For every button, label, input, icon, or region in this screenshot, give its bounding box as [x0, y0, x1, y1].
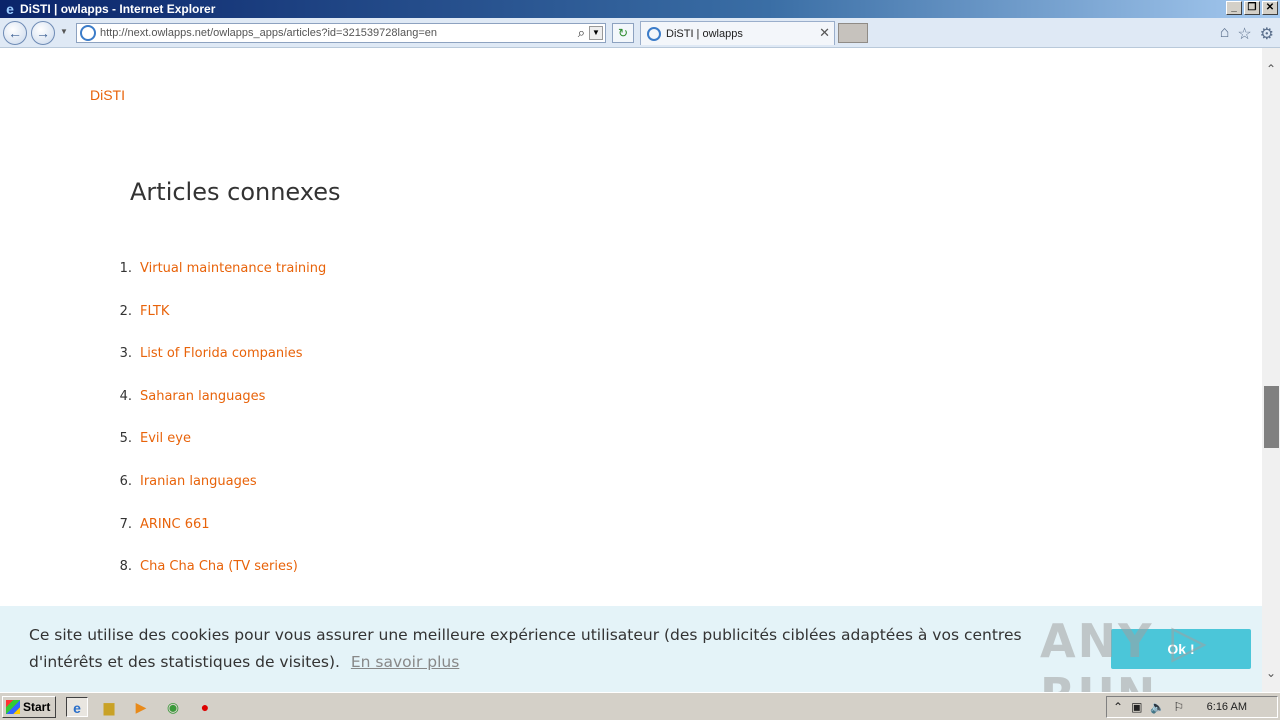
taskbar: Start e ▆ ▶ ◉ ● ⌃ ▣ 🔈 ⚐ 6:16 AM [0, 692, 1280, 720]
article-list-item: 4. Saharan languages [112, 389, 326, 432]
browser-tab[interactable]: DiSTI | owlapps ✕ [640, 21, 835, 45]
windows-logo-icon [6, 699, 20, 714]
flag-icon[interactable]: ⚐ [1173, 700, 1184, 714]
article-link[interactable]: ARINC 661 [140, 517, 210, 560]
learn-more-link[interactable]: En savoir plus [351, 653, 459, 671]
window-title: DiSTI | owlapps - Internet Explorer [20, 2, 216, 16]
article-number: 2. [119, 303, 132, 319]
tab-title: DiSTI | owlapps [666, 27, 743, 40]
star-icon[interactable]: ☆ [1237, 24, 1251, 44]
article-list-item: 1. Virtual maintenance training [112, 261, 327, 304]
gear-icon[interactable]: ⚙ [1260, 24, 1274, 44]
restore-button[interactable]: ❐ [1244, 1, 1260, 15]
article-number: 8. [119, 559, 132, 575]
article-list: 1. Virtual maintenance training 2. FLTK 3. Li… [112, 261, 327, 602]
article-link[interactable]: Cha Cha Cha (TV series) [140, 559, 298, 602]
volume-icon[interactable]: 🔈 [1150, 700, 1165, 714]
clock[interactable]: 6:16 AM [1207, 701, 1247, 713]
folder-icon[interactable]: ▆ [98, 697, 120, 717]
article-link[interactable]: Evil eye [140, 431, 191, 474]
article-number: 5. [119, 431, 132, 447]
system-tray: ⌃ ▣ 🔈 ⚐ 6:16 AM [1106, 696, 1278, 718]
url-text[interactable]: http://next.owlapps.net/owlapps_apps/art… [100, 27, 437, 39]
cookie-banner: Ce site utilise des cookies pour vous as… [0, 606, 1262, 722]
history-dropdown-icon[interactable]: ▼ [60, 27, 68, 36]
article-number: 4. [119, 388, 132, 404]
article-link[interactable]: FLTK [140, 304, 169, 347]
scroll-thumb[interactable] [1264, 386, 1279, 448]
article-link[interactable]: List of Florida companies [140, 346, 302, 389]
article-link[interactable]: Iranian languages [140, 474, 257, 517]
article-link[interactable]: Saharan languages [140, 389, 265, 432]
cookie-message: Ce site utilise des cookies pour vous as… [29, 622, 1069, 676]
scroll-up-icon[interactable]: ⌃ [1266, 62, 1276, 76]
cookie-text: Ce site utilise des cookies pour vous as… [29, 626, 1022, 671]
scroll-down-icon[interactable]: ⌄ [1266, 666, 1276, 680]
article-list-item: 3. List of Florida companies [112, 346, 326, 389]
address-bar[interactable]: http://next.owlapps.net/owlapps_apps/art… [76, 23, 606, 43]
article-number: 7. [119, 516, 132, 532]
minimize-button[interactable]: _ [1226, 1, 1242, 15]
article-list-item: 8. Cha Cha Cha (TV series) [112, 559, 326, 602]
chrome-icon[interactable]: ◉ [162, 697, 184, 717]
forward-icon[interactable]: → [31, 21, 55, 45]
section-title: Articles connexes [130, 178, 341, 206]
tray-expand-icon[interactable]: ⌃ [1113, 700, 1123, 714]
ie-taskbar-icon[interactable]: e [66, 696, 88, 717]
home-icon[interactable]: ⌂ [1220, 24, 1230, 44]
article-list-item: 2. FLTK [112, 304, 326, 347]
tab-close-icon[interactable]: ✕ [819, 25, 830, 41]
start-label: Start [23, 699, 51, 714]
back-icon[interactable]: ← [3, 21, 27, 45]
article-list-item: 6. Iranian languages [112, 474, 326, 517]
article-link[interactable]: Virtual maintenance training [140, 261, 326, 304]
warning-app-icon[interactable]: ● [194, 697, 216, 717]
article-number: 3. [119, 346, 132, 362]
page-content: DiSTI Articles connexes 1. Virtual mainte… [0, 48, 1262, 692]
search-icon[interactable]: ⌕ [578, 25, 585, 41]
network-icon[interactable]: ▣ [1131, 700, 1142, 714]
refresh-icon[interactable]: ↻ [612, 23, 634, 43]
start-button[interactable]: Start [2, 695, 56, 718]
window-titlebar: e DiSTI | owlapps - Internet Explorer _ … [0, 0, 1280, 18]
article-number: 6. [119, 473, 132, 489]
ie-logo-icon: e [6, 1, 14, 17]
page-icon [80, 25, 96, 41]
vertical-scrollbar[interactable]: ⌃ ⌄ [1262, 48, 1280, 692]
new-tab-button[interactable] [838, 23, 868, 43]
article-number: 1. [119, 261, 132, 276]
navigation-bar: ← → ▼ http://next.owlapps.net/owlapps_ap… [0, 18, 1280, 48]
brand-link[interactable]: DiSTI [90, 87, 125, 103]
article-list-item: 5. Evil eye [112, 431, 326, 474]
tab-page-icon [647, 26, 661, 41]
article-list-item: 7. ARINC 661 [112, 517, 326, 560]
address-dropdown-icon[interactable]: ▼ [589, 26, 603, 40]
media-player-icon[interactable]: ▶ [130, 697, 152, 717]
close-button[interactable]: ✕ [1262, 1, 1278, 15]
